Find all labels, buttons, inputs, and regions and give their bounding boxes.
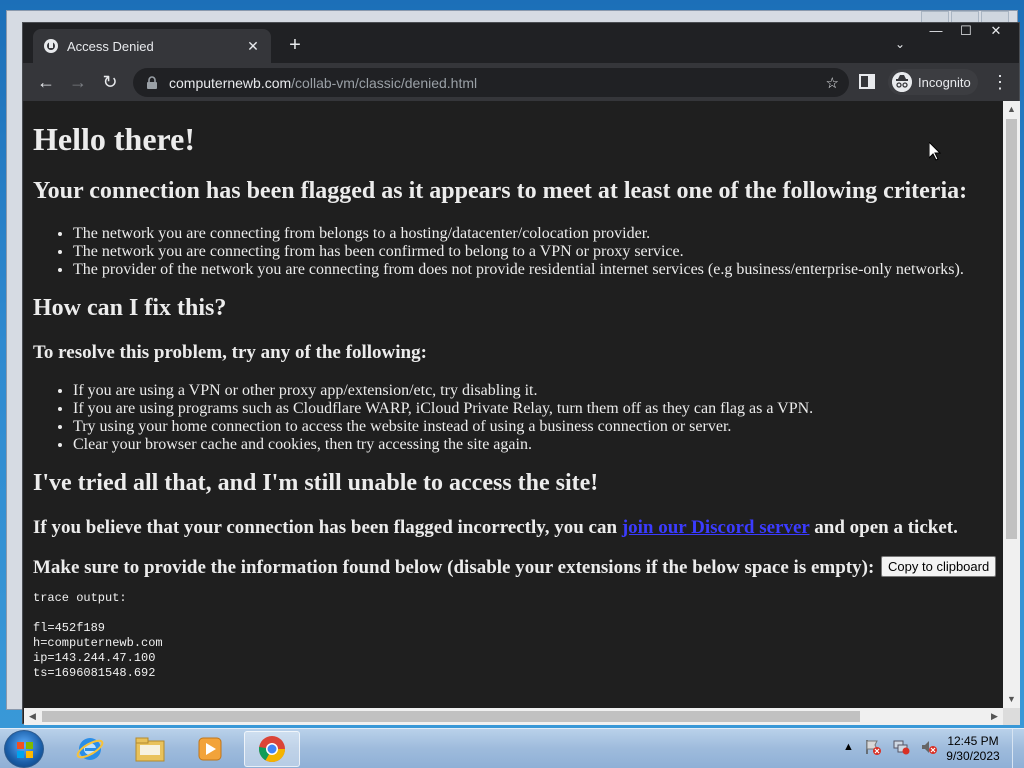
resolve-heading: To resolve this problem, try any of the …	[33, 342, 427, 363]
page-content: Hello there! Your connection has been fl…	[24, 101, 1003, 708]
close-window-button[interactable]: ✕	[981, 23, 1011, 41]
trace-label: trace output:	[33, 591, 127, 606]
fix-heading: How can I fix this?	[33, 295, 227, 321]
tab-title: Access Denied	[67, 38, 154, 54]
trace-line: ip=143.244.47.100	[33, 651, 156, 666]
scroll-right-icon[interactable]: ▶	[986, 708, 1003, 725]
horizontal-scroll-thumb[interactable]	[42, 711, 860, 722]
window-controls: — ☐ ✕	[921, 23, 1011, 41]
copy-to-clipboard-button[interactable]: Copy to clipboard	[881, 556, 997, 578]
still-unable-heading: I've tried all that, and I'm still unabl…	[33, 470, 599, 496]
start-button[interactable]	[4, 730, 44, 768]
lock-icon[interactable]	[145, 75, 159, 90]
fix-item: If you are using a VPN or other proxy ap…	[73, 382, 1003, 400]
horizontal-scrollbar[interactable]: ◀ ▶	[24, 708, 1003, 725]
vertical-scroll-thumb[interactable]	[1006, 119, 1017, 539]
forward-button[interactable]: →	[67, 71, 89, 93]
minimize-button[interactable]: —	[921, 23, 951, 41]
clock-time: 12:45 PM	[947, 734, 999, 748]
url-domain: computernewb.com	[169, 74, 292, 91]
discord-link[interactable]: join our Discord server	[622, 517, 810, 538]
incognito-indicator[interactable]: Incognito	[888, 69, 978, 95]
scroll-up-icon[interactable]: ▲	[1003, 101, 1020, 118]
fix-item: Try using your home connection to access…	[73, 418, 1003, 436]
page-heading: Hello there!	[33, 121, 196, 157]
bookmark-star-icon[interactable]: ☆	[826, 74, 839, 92]
page-favicon-icon	[44, 39, 58, 53]
mouse-cursor-icon	[929, 142, 941, 161]
action-center-flag-icon[interactable]	[864, 739, 882, 755]
tab-access-denied[interactable]: Access Denied ✕	[33, 29, 271, 63]
tab-close-icon[interactable]: ✕	[245, 38, 261, 55]
scroll-down-icon[interactable]: ▼	[1003, 691, 1020, 708]
url-text: computernewb.com/collab-vm/classic/denie…	[169, 75, 477, 91]
incorrect-suffix: and open a ticket.	[809, 517, 958, 538]
network-icon[interactable]	[892, 739, 910, 755]
reload-button[interactable]: ↻	[99, 71, 121, 93]
show-hidden-icons[interactable]: ▲	[843, 741, 854, 753]
system-tray: ▲	[843, 739, 938, 755]
taskbar-media-player[interactable]	[182, 731, 238, 767]
back-button[interactable]: ←	[35, 71, 57, 93]
windows-logo-icon	[17, 742, 33, 758]
criteria-item: The provider of the network you are conn…	[73, 261, 1003, 279]
folder-icon	[135, 737, 165, 762]
scroll-left-icon[interactable]: ◀	[24, 708, 41, 725]
clock-date: 9/30/2023	[946, 749, 1000, 763]
trace-line: h=computernewb.com	[33, 636, 163, 651]
taskbar-clock[interactable]: 12:45 PM 9/30/2023	[940, 734, 1006, 764]
fix-list: If you are using a VPN or other proxy ap…	[73, 382, 1003, 454]
browser-toolbar: ← → ↻ computernewb.com/collab-vm/classic…	[23, 63, 1019, 101]
url-path: /collab-vm/classic/denied.html	[291, 74, 478, 91]
vertical-scrollbar[interactable]: ▲ ▼	[1003, 101, 1020, 708]
criteria-list: The network you are connecting from belo…	[73, 225, 1003, 279]
volume-muted-icon[interactable]	[920, 739, 938, 755]
maximize-button[interactable]: ☐	[951, 23, 981, 41]
incognito-icon	[892, 72, 912, 92]
incorrect-flag-text: If you believe that your connection has …	[33, 517, 1003, 539]
address-bar[interactable]: computernewb.com/collab-vm/classic/denie…	[133, 68, 849, 97]
taskbar: ▲ 12:45 PM 9/30/2023	[0, 728, 1024, 768]
info-text: Make sure to provide the information fou…	[33, 556, 1003, 579]
taskbar-internet-explorer[interactable]	[62, 731, 118, 767]
new-tab-button[interactable]: +	[285, 35, 305, 55]
more-menu-icon[interactable]: ⋮	[991, 71, 1009, 93]
trace-output[interactable]: trace output: fl=452f189 h=computernewb.c…	[33, 591, 1003, 681]
tab-strip: Access Denied ✕ + ⌄ — ☐ ✕	[23, 23, 1019, 63]
taskbar-explorer[interactable]	[122, 731, 178, 767]
trace-line: fl=452f189	[33, 621, 106, 636]
fix-item: Clear your browser cache and cookies, th…	[73, 436, 1003, 454]
browser-window: Access Denied ✕ + ⌄ — ☐ ✕ ← → ↻ computer…	[22, 22, 1020, 725]
trace-line: ts=1696081548.692	[33, 666, 156, 681]
tab-search-chevron-icon[interactable]: ⌄	[895, 37, 905, 51]
media-player-icon	[198, 737, 222, 761]
taskbar-chrome[interactable]	[244, 731, 300, 767]
internet-explorer-icon	[76, 738, 104, 760]
criteria-heading: Your connection has been flagged as it a…	[33, 178, 968, 204]
show-desktop-button[interactable]	[1012, 729, 1024, 768]
incognito-label: Incognito	[918, 74, 971, 90]
side-panel-icon[interactable]	[859, 74, 875, 89]
fix-item: If you are using programs such as Cloudf…	[73, 400, 1003, 418]
incorrect-prefix: If you believe that your connection has …	[33, 517, 622, 538]
chrome-icon	[258, 736, 286, 763]
criteria-item: The network you are connecting from has …	[73, 243, 1003, 261]
info-label: Make sure to provide the information fou…	[33, 557, 875, 578]
criteria-item: The network you are connecting from belo…	[73, 225, 1003, 243]
scrollbar-corner	[1003, 708, 1020, 725]
